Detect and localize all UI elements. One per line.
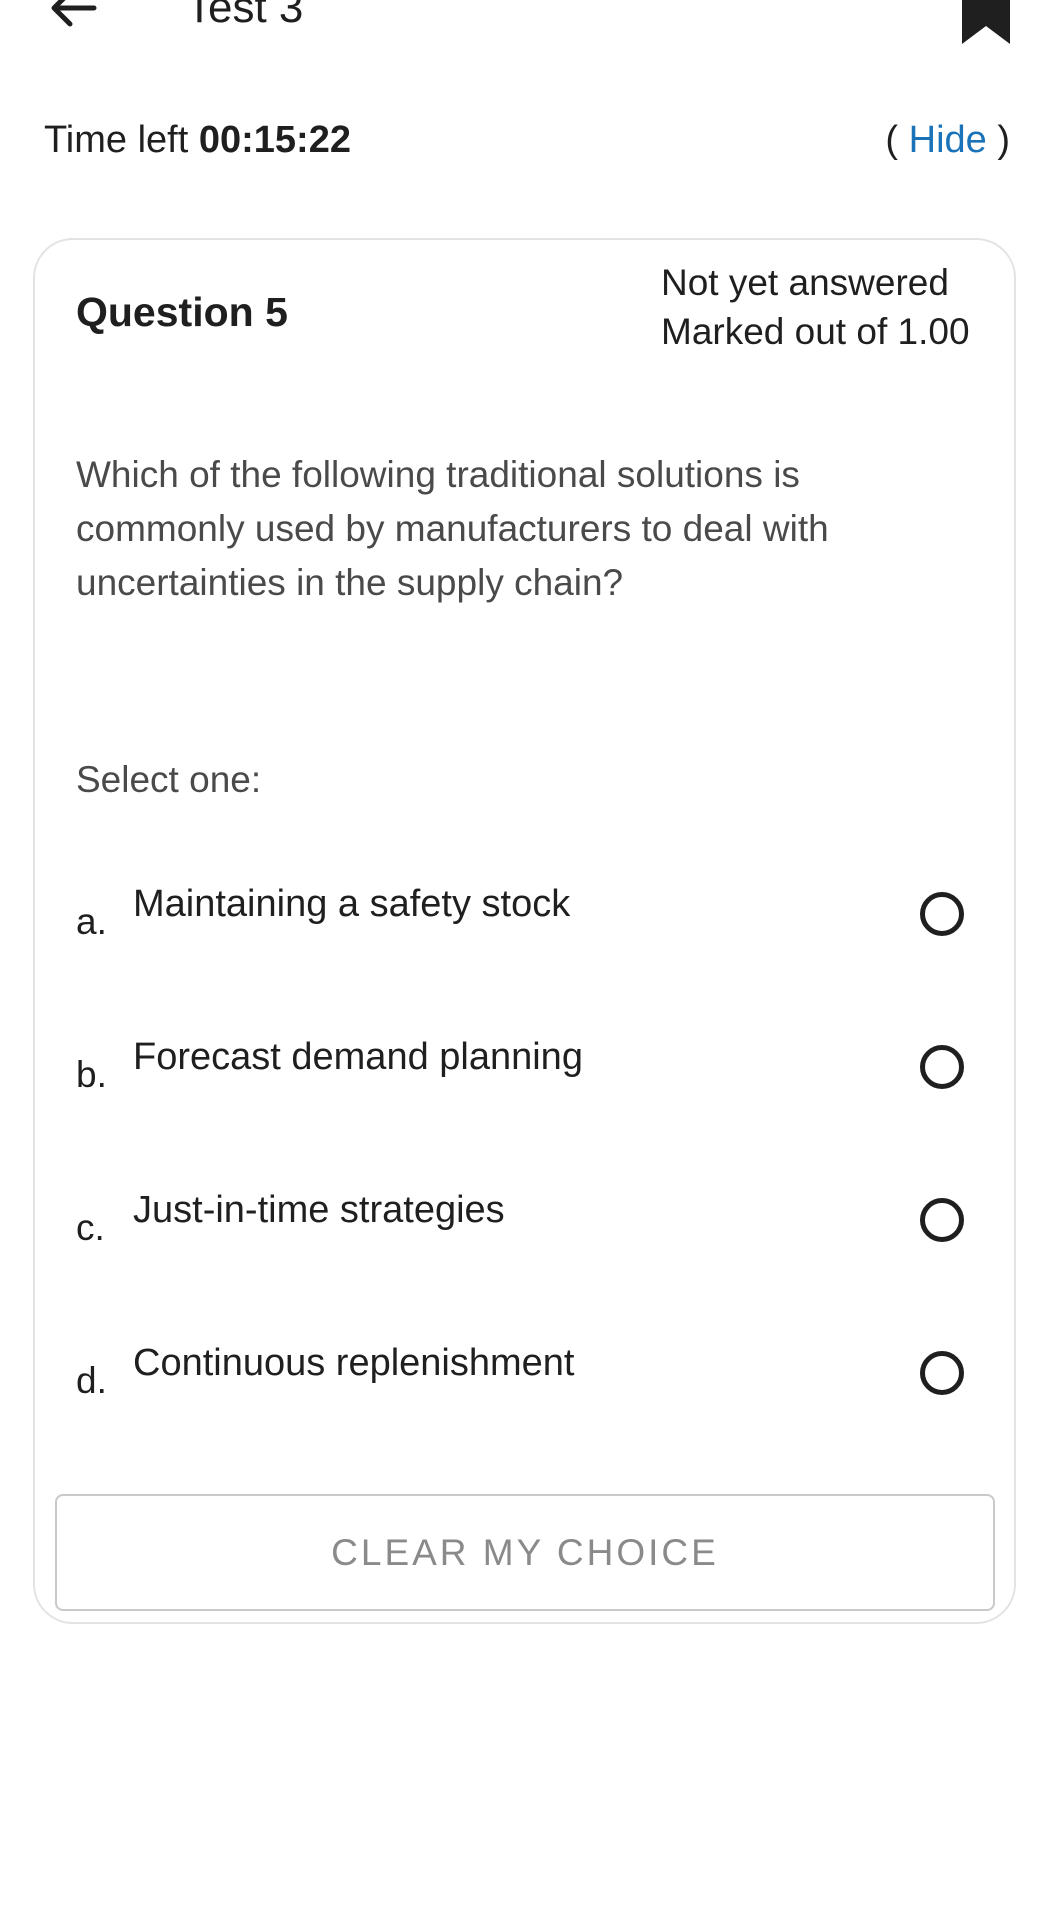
arrow-left-icon[interactable] xyxy=(44,0,104,38)
answer-status: Not yet answered xyxy=(661,262,949,303)
option-label: Continuous replenishment xyxy=(133,1342,575,1384)
radio-button[interactable] xyxy=(920,1198,964,1242)
option-label: Forecast demand planning xyxy=(133,1036,583,1078)
paren-close: ) xyxy=(997,119,1010,161)
select-one-prompt: Select one: xyxy=(76,759,262,800)
bookmark-icon[interactable] xyxy=(958,0,1014,46)
option-letter: d. xyxy=(76,1360,107,1401)
app-bar: Test 3 xyxy=(0,0,1050,60)
time-left: Time left 00:15:22 xyxy=(44,116,351,164)
hide-timer-toggle: ( Hide ) xyxy=(885,116,1010,164)
question-number: Question 5 xyxy=(76,289,288,335)
time-left-label: Time left xyxy=(44,119,189,161)
radio-button[interactable] xyxy=(920,1045,964,1089)
option-letter: b. xyxy=(76,1054,107,1095)
option-b[interactable]: b. Forecast demand planning xyxy=(76,1033,986,1133)
option-d[interactable]: d. Continuous replenishment xyxy=(76,1339,986,1439)
question-marks: Marked out of 1.00 xyxy=(661,311,970,352)
option-label: Maintaining a safety stock xyxy=(133,883,571,925)
clear-choice-button[interactable]: CLEAR MY CHOICE xyxy=(55,1494,995,1611)
time-left-value: 00:15:22 xyxy=(198,119,351,161)
question-text: Which of the following traditional solut… xyxy=(76,454,829,603)
question-status: Not yet answered Marked out of 1.00 xyxy=(661,258,970,356)
page-title: Test 3 xyxy=(186,0,304,32)
option-c[interactable]: c. Just-in-time strategies xyxy=(76,1186,986,1286)
option-a[interactable]: a. Maintaining a safety stock xyxy=(76,880,986,980)
option-letter: c. xyxy=(76,1207,105,1248)
radio-button[interactable] xyxy=(920,1351,964,1395)
radio-button[interactable] xyxy=(920,892,964,936)
paren-open: ( xyxy=(885,119,899,161)
option-label: Just-in-time strategies xyxy=(133,1189,505,1231)
option-letter: a. xyxy=(76,901,107,942)
hide-timer-link[interactable]: Hide xyxy=(909,119,987,161)
